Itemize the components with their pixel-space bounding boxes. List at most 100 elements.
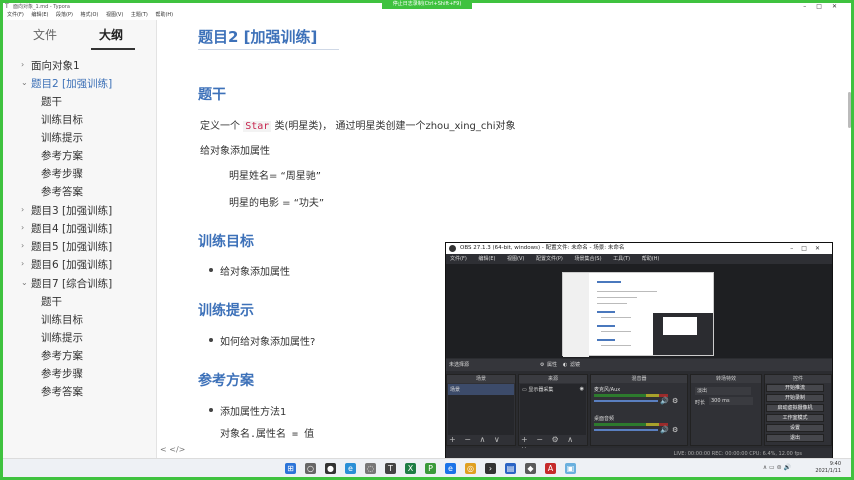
obs-window: OBS 27.1.3 (64-bit, windows) - 配置文件: 未命名…: [445, 242, 833, 461]
obs-menu-tools[interactable]: 工具(T): [613, 256, 630, 262]
app-taskbar-icon[interactable]: ◆: [525, 463, 536, 474]
chevron-right-icon[interactable]: ›: [21, 205, 24, 214]
source-item-label: 显示器采集: [528, 387, 554, 393]
window-controls[interactable]: –□✕: [803, 3, 847, 10]
chevron-down-icon[interactable]: ⌄: [21, 278, 28, 287]
obs-title-bar: OBS 27.1.3 (64-bit, windows) - 配置文件: 未命名…: [446, 243, 832, 254]
transition-select[interactable]: 淡出: [695, 387, 751, 395]
sources-controls[interactable]: + − ⚙ ∧ ∨: [521, 435, 587, 454]
obs-menu-view[interactable]: 视图(V): [507, 256, 524, 262]
outline-item[interactable]: 参考方案: [41, 148, 83, 163]
duration-input[interactable]: 300 ms: [709, 397, 753, 405]
window-title: 面向对象_1.md - Typora: [13, 4, 70, 10]
filters-button[interactable]: 滤镜: [570, 359, 580, 371]
chat-icon[interactable]: ◌: [365, 463, 376, 474]
speaker-icon[interactable]: 🔊: [660, 426, 669, 434]
outline-item[interactable]: 题干: [41, 294, 62, 309]
obs-menu-scene-collection[interactable]: 场景集合(S): [574, 256, 601, 262]
recording-indicator[interactable]: 停止日志录制(Ctrl+Shift+F9): [382, 0, 472, 9]
search-icon[interactable]: ○: [305, 463, 316, 474]
studio-mode-button[interactable]: 工作室模式: [766, 414, 824, 422]
properties-button[interactable]: 属性: [547, 359, 557, 371]
outline-item[interactable]: 参考答案: [41, 384, 83, 399]
outline-item[interactable]: 训练提示: [41, 330, 83, 345]
chrome-taskbar-icon[interactable]: ◎: [465, 463, 476, 474]
document-scrollbar[interactable]: [848, 92, 851, 128]
obs-menu-bar: 文件(F) 编辑(E) 视图(V) 配置文件(P) 场景集合(S) 工具(T) …: [446, 254, 832, 264]
outline-item[interactable]: 训练提示: [41, 130, 83, 145]
outline-item[interactable]: 训练目标: [41, 112, 83, 127]
chevron-right-icon[interactable]: ›: [21, 241, 24, 250]
filter-icon[interactable]: ◐: [563, 359, 567, 371]
taskbar-clock[interactable]: 9:40 2021/1/11: [815, 461, 841, 475]
obs-taskbar-icon[interactable]: ●: [325, 463, 336, 474]
chevron-right-icon[interactable]: ›: [21, 60, 24, 69]
outline-item[interactable]: 题目5 [加强训练]: [31, 239, 112, 254]
scene-item[interactable]: 场景: [448, 384, 514, 395]
outline-item[interactable]: 参考答案: [41, 184, 83, 199]
outline-item[interactable]: 题目6 [加强训练]: [31, 257, 112, 272]
outline-item[interactable]: 参考步骤: [41, 166, 83, 181]
outline-item[interactable]: 题目4 [加强训练]: [31, 221, 112, 236]
menu-file[interactable]: 文件(F): [7, 12, 24, 18]
outline-item[interactable]: 训练目标: [41, 312, 83, 327]
menu-format[interactable]: 格式(O): [81, 12, 99, 18]
gear-icon[interactable]: ⚙: [672, 397, 678, 405]
windows-start-icon[interactable]: ⊞: [285, 463, 296, 474]
chevron-down-icon[interactable]: ⌄: [21, 78, 28, 87]
terminal-taskbar-icon[interactable]: ›: [485, 463, 496, 474]
outline-item[interactable]: 题目3 [加强训练]: [31, 203, 112, 218]
outline-item[interactable]: 题目2 [加强训练]: [31, 76, 112, 91]
pdf-taskbar-icon[interactable]: A: [545, 463, 556, 474]
tab-outline[interactable]: 大纲: [99, 26, 123, 43]
start-streaming-button[interactable]: 开始推流: [766, 384, 824, 392]
photos-taskbar-icon[interactable]: ▣: [565, 463, 576, 474]
gear-icon[interactable]: ⚙: [672, 426, 678, 434]
menu-view[interactable]: 视图(V): [106, 12, 123, 18]
heading-title: 题目2 [加强训练]: [198, 28, 318, 46]
obs-preview[interactable]: [446, 264, 832, 358]
start-virtual-camera-button[interactable]: 启动虚拟摄像机: [766, 404, 824, 412]
exit-button[interactable]: 退出: [766, 434, 824, 442]
gear-icon[interactable]: ⚙: [540, 359, 544, 371]
obs-window-controls[interactable]: –□✕: [790, 243, 828, 254]
outline-item[interactable]: 参考步骤: [41, 366, 83, 381]
chevron-right-icon[interactable]: ›: [21, 259, 24, 268]
stem-code: Star: [243, 121, 272, 132]
hint-item: 如何给对象添加属性?: [220, 337, 316, 348]
speaker-icon[interactable]: 🔊: [660, 397, 669, 405]
menu-theme[interactable]: 主题(T): [131, 12, 148, 18]
taskbar: ⊞ ○ ● e ◌ T X P e ◎ › ▤ ◆ A ▣ ∧ ▭ ⊜ 🔊 9:…: [3, 458, 851, 477]
eye-icon[interactable]: ◉: [580, 386, 584, 392]
settings-button[interactable]: 设置: [766, 424, 824, 432]
excel-taskbar-icon[interactable]: X: [405, 463, 416, 474]
start-recording-button[interactable]: 开始录制: [766, 394, 824, 402]
desktop-volume-slider[interactable]: [594, 429, 658, 431]
outline-item[interactable]: 参考方案: [41, 348, 83, 363]
tab-files[interactable]: 文件: [33, 26, 57, 43]
outline-item[interactable]: 题目7 [综合训练]: [31, 276, 112, 291]
stem-paragraph-4: 明星的电影 = “功夫”: [229, 198, 325, 209]
obs-menu-profile[interactable]: 配置文件(P): [536, 256, 563, 262]
controls-header: 控件: [765, 375, 831, 383]
outline-item[interactable]: 面向对象1: [31, 58, 80, 73]
heading-stem: 题干: [198, 87, 226, 103]
typora-taskbar-icon[interactable]: T: [385, 463, 396, 474]
pycharm-taskbar-icon[interactable]: P: [425, 463, 436, 474]
chevron-right-icon[interactable]: ›: [21, 223, 24, 232]
system-tray-icons[interactable]: ∧ ▭ ⊜ 🔊: [763, 464, 791, 471]
outline-item[interactable]: 题干: [41, 94, 62, 109]
menu-paragraph[interactable]: 段落(P): [56, 12, 73, 18]
sidebar-footer-controls[interactable]: < </>: [160, 445, 185, 454]
edge-browser-icon[interactable]: e: [445, 463, 456, 474]
source-item[interactable]: ▭ 显示器采集 ◉: [520, 384, 586, 395]
obs-menu-edit[interactable]: 编辑(E): [478, 256, 495, 262]
edge-taskbar-icon[interactable]: e: [345, 463, 356, 474]
mic-volume-slider[interactable]: [594, 400, 658, 402]
menu-help[interactable]: 帮助(H): [155, 12, 173, 18]
obs-menu-help[interactable]: 帮助(H): [642, 256, 660, 262]
menu-edit[interactable]: 编辑(E): [31, 12, 48, 18]
folder-taskbar-icon[interactable]: ▤: [505, 463, 516, 474]
scenes-controls[interactable]: + − ∧ ∨: [449, 435, 503, 445]
obs-menu-file[interactable]: 文件(F): [450, 256, 467, 262]
